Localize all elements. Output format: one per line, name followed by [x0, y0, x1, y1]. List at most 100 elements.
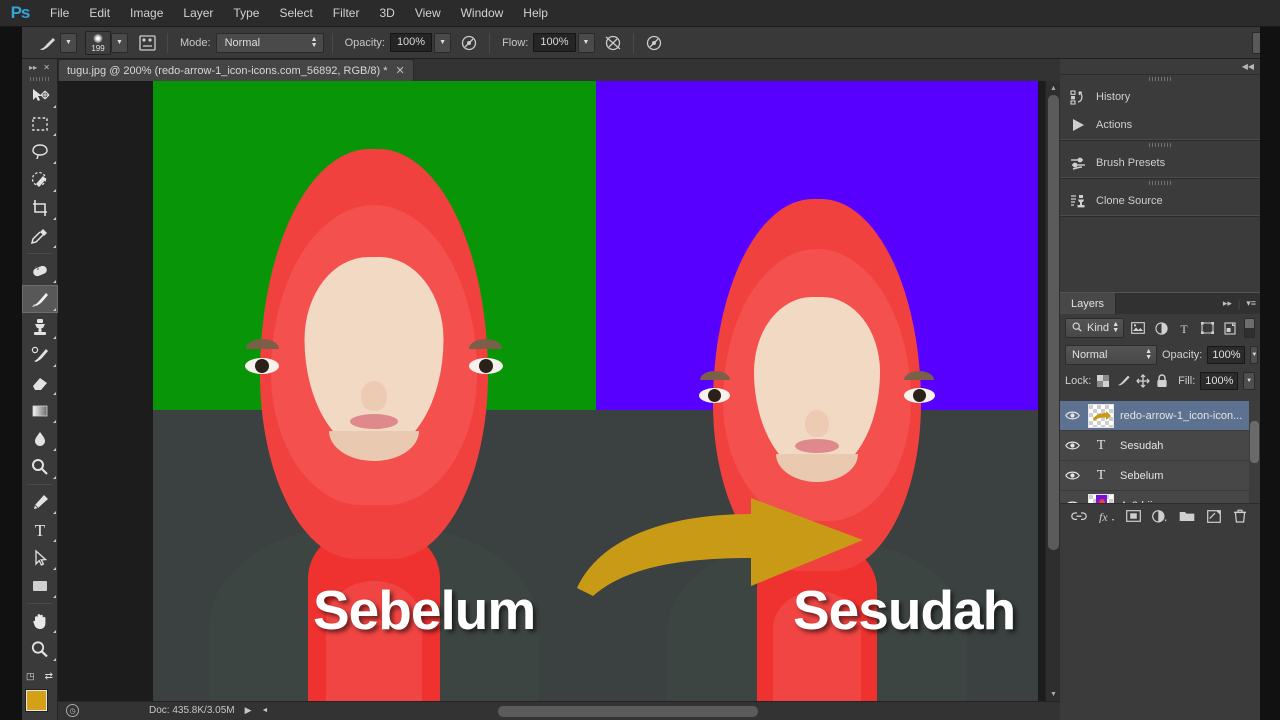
layer-thumbnail[interactable]: [1088, 403, 1114, 428]
flow-slider-dropdown[interactable]: ▼: [577, 32, 595, 53]
layer-name[interactable]: Sesudah: [1120, 440, 1163, 452]
menu-type[interactable]: Type: [223, 0, 269, 27]
opacity-input[interactable]: 100%: [389, 33, 433, 52]
sidebar-item-clone-stamp-tool[interactable]: [22, 313, 58, 341]
filter-kind-select[interactable]: Kind ▲ ▼: [1065, 318, 1125, 338]
filter-shape-icon[interactable]: [1198, 318, 1216, 338]
sidebar-item-brush-tool[interactable]: [22, 285, 58, 313]
new-adjustment-layer-icon[interactable]: [1150, 506, 1170, 526]
collapse-to-icons-icon[interactable]: ◀◀: [1242, 62, 1254, 71]
menu-window[interactable]: Window: [451, 0, 514, 27]
close-icon[interactable]: ✕: [396, 64, 405, 77]
brush-icon[interactable]: [36, 32, 60, 54]
filter-toggle-icon[interactable]: [1244, 318, 1255, 338]
menu-edit[interactable]: Edit: [79, 0, 120, 27]
menu-3d[interactable]: 3D: [369, 0, 404, 27]
layer-name[interactable]: redo-arrow-1_icon-icon...: [1120, 410, 1242, 422]
new-group-icon[interactable]: [1177, 506, 1197, 526]
blend-mode-select[interactable]: Normal ▲ ▼: [215, 32, 324, 53]
table-row[interactable]: redo-arrow-1_icon-icon...: [1060, 401, 1260, 431]
menu-filter[interactable]: Filter: [323, 0, 370, 27]
sidebar-item-type-tool[interactable]: T: [22, 516, 58, 544]
layer-opacity-input[interactable]: 100%: [1207, 346, 1246, 364]
flow-input[interactable]: 100%: [533, 33, 576, 52]
layer-scroll-thumb[interactable]: [1250, 421, 1259, 463]
sidebar-item-rectangle-tool[interactable]: [22, 572, 58, 600]
default-colors-icon[interactable]: ◳: [26, 671, 35, 682]
foreground-color-swatch[interactable]: [26, 690, 47, 711]
layer-visibility-icon[interactable]: [1062, 410, 1082, 421]
sidebar-item-lasso-tool[interactable]: [22, 138, 58, 166]
dock-grip[interactable]: [1060, 141, 1260, 149]
brush-size-field[interactable]: 199: [85, 30, 111, 55]
brush-preset-dropdown[interactable]: ▼: [60, 32, 77, 53]
layer-fill-dropdown[interactable]: ▼: [1243, 371, 1256, 390]
canvas-area[interactable]: Sebelum Sesudah: [58, 81, 1060, 701]
airbrush-icon[interactable]: [601, 32, 625, 54]
brush-size-dropdown[interactable]: ▼: [111, 32, 128, 53]
layer-style-fx-icon[interactable]: fx: [1096, 506, 1116, 526]
sidebar-item-eraser-tool[interactable]: [22, 369, 58, 397]
close-icon[interactable]: ✕: [43, 63, 50, 72]
layer-visibility-icon[interactable]: [1062, 470, 1082, 481]
layer-fill-input[interactable]: 100%: [1200, 371, 1239, 390]
smoothing-options-icon[interactable]: [642, 32, 666, 54]
sidebar-item-path-selection-tool[interactable]: [22, 544, 58, 572]
play-icon[interactable]: ▶: [245, 705, 252, 716]
canvas-vertical-scrollbar[interactable]: ▲ ▼: [1045, 81, 1060, 701]
swap-colors-icon[interactable]: ⇄: [45, 671, 53, 682]
filter-pixel-icon[interactable]: [1129, 318, 1147, 338]
sidebar-item-zoom-tool[interactable]: [22, 635, 58, 663]
brush-panel-icon[interactable]: [135, 32, 159, 54]
panel-item-brush-presets[interactable]: Brush Presets: [1060, 149, 1260, 177]
expand-icon[interactable]: ▸▸: [1223, 298, 1232, 309]
scroll-up-icon[interactable]: ▲: [1046, 81, 1061, 95]
layer-list-scrollbar[interactable]: [1249, 401, 1260, 504]
panel-menu-icon[interactable]: ▾≡: [1246, 298, 1256, 309]
lock-transparent-pixels-icon[interactable]: [1096, 371, 1110, 391]
artboard[interactable]: Sebelum Sesudah: [153, 81, 1038, 701]
lock-position-icon[interactable]: [1136, 371, 1150, 391]
menu-file[interactable]: File: [40, 0, 79, 27]
layer-blend-mode-select[interactable]: Normal ▲ ▼: [1065, 345, 1157, 365]
clock-icon[interactable]: ◷: [66, 704, 79, 717]
sidebar-item-crop-tool[interactable]: [22, 194, 58, 222]
scroll-down-icon[interactable]: ▼: [1046, 687, 1061, 701]
tools-panel-grip[interactable]: [22, 75, 57, 82]
lock-image-pixels-icon[interactable]: [1116, 371, 1131, 391]
sidebar-item-pen-tool[interactable]: [22, 488, 58, 516]
link-layers-icon[interactable]: [1069, 506, 1089, 526]
sidebar-item-hand-tool[interactable]: [22, 607, 58, 635]
add-layer-mask-icon[interactable]: [1123, 506, 1143, 526]
lock-all-icon[interactable]: [1155, 371, 1169, 391]
table-row[interactable]: T Sesudah: [1060, 431, 1260, 461]
menu-help[interactable]: Help: [513, 0, 558, 27]
delete-layer-icon[interactable]: [1230, 506, 1250, 526]
collapse-panel-icon[interactable]: ▸▸: [29, 63, 37, 72]
new-layer-icon[interactable]: [1204, 506, 1224, 526]
layer-visibility-icon[interactable]: [1062, 440, 1082, 451]
menu-layer[interactable]: Layer: [173, 0, 223, 27]
menu-image[interactable]: Image: [120, 0, 173, 27]
menu-view[interactable]: View: [405, 0, 451, 27]
tab-layers[interactable]: Layers: [1060, 293, 1117, 314]
resize-icon[interactable]: ◄: [262, 707, 269, 714]
filter-smart-object-icon[interactable]: [1221, 318, 1239, 338]
sidebar-item-blur-tool[interactable]: [22, 425, 58, 453]
sidebar-item-move-tool[interactable]: [22, 82, 58, 110]
layer-opacity-dropdown[interactable]: ▼: [1250, 346, 1259, 364]
sidebar-item-history-brush-tool[interactable]: [22, 341, 58, 369]
layer-list[interactable]: redo-arrow-1_icon-icon... T Sesudah T Se…: [1060, 401, 1260, 504]
panel-item-actions[interactable]: Actions: [1060, 111, 1260, 139]
panel-item-clone-source[interactable]: Clone Source: [1060, 187, 1260, 215]
menu-select[interactable]: Select: [269, 0, 322, 27]
sidebar-item-eyedropper-tool[interactable]: [22, 222, 58, 250]
sidebar-item-marquee-tool[interactable]: [22, 110, 58, 138]
document-tab[interactable]: tugu.jpg @ 200% (redo-arrow-1_icon-icons…: [58, 59, 414, 81]
sidebar-item-dodge-tool[interactable]: [22, 453, 58, 481]
sidebar-item-healing-brush-tool[interactable]: [22, 257, 58, 285]
layer-name[interactable]: Sebelum: [1120, 470, 1163, 482]
vertical-scroll-thumb[interactable]: [1048, 95, 1059, 550]
panel-item-history[interactable]: History: [1060, 83, 1260, 111]
tablet-pressure-opacity-icon[interactable]: [457, 32, 481, 54]
